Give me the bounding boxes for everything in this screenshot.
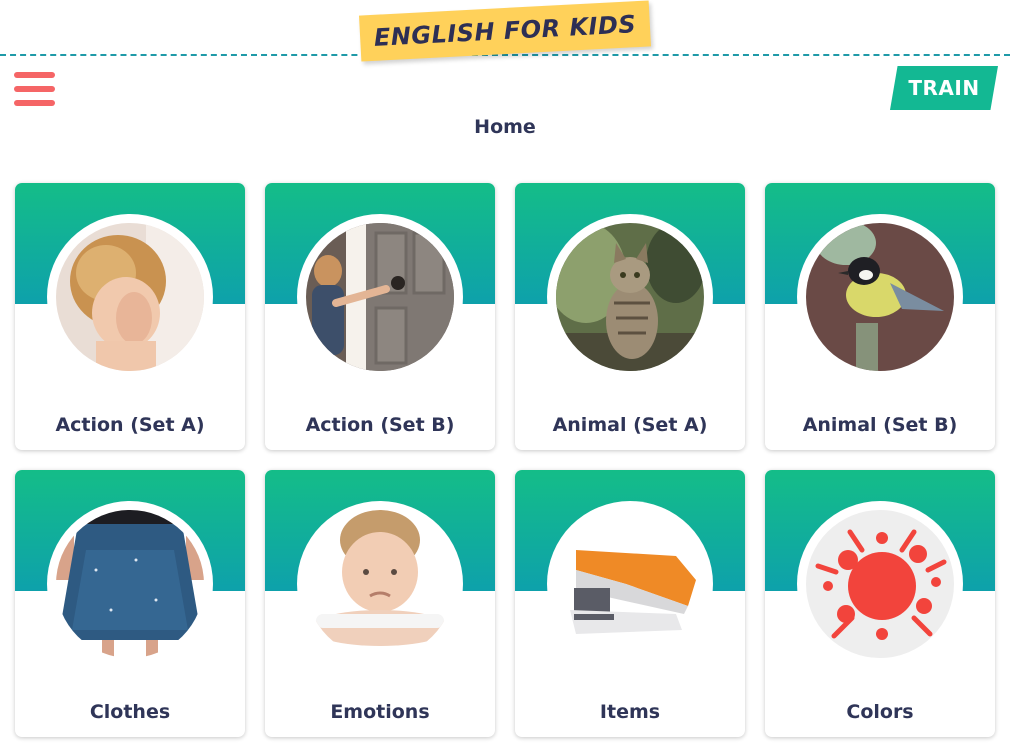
child-opening-door-photo — [306, 223, 454, 371]
category-card-items[interactable]: Items — [515, 470, 745, 737]
category-label: Action (Set A) — [55, 414, 205, 436]
category-label: Items — [599, 701, 661, 723]
category-label: Animal (Set A) — [552, 414, 708, 436]
category-card-clothes[interactable]: Clothes — [15, 470, 245, 737]
menu-bar — [14, 72, 55, 78]
logo[interactable]: ENGLISH FOR KIDS — [358, 0, 652, 62]
menu-bar — [14, 86, 55, 92]
cat-photo — [556, 223, 704, 371]
stapler-photo — [556, 510, 704, 658]
category-label: Colors — [846, 701, 914, 723]
category-card-action-set-b[interactable]: Action (Set B) — [265, 183, 495, 450]
sad-boy-photo — [306, 510, 454, 658]
category-label: Animal (Set B) — [802, 414, 958, 436]
train-button-label: TRAIN — [908, 76, 980, 100]
train-button[interactable]: TRAIN — [890, 66, 998, 110]
skirt-photo — [56, 510, 204, 658]
category-label: Clothes — [89, 701, 171, 723]
logo-text: ENGLISH FOR KIDS — [358, 0, 652, 62]
category-grid: Action (Set A) Action (Set B) Animal (Se… — [15, 183, 995, 737]
child-covering-eyes-photo — [56, 223, 204, 371]
category-card-emotions[interactable]: Emotions — [265, 470, 495, 737]
category-card-action-set-a[interactable]: Action (Set A) — [15, 183, 245, 450]
page-title: Home — [474, 116, 536, 138]
category-card-colors[interactable]: Colors — [765, 470, 995, 737]
red-paint-splash-photo — [806, 510, 954, 658]
header-divider — [0, 54, 1010, 56]
category-label: Action (Set B) — [305, 414, 455, 436]
bird-photo — [806, 223, 954, 371]
category-label: Emotions — [330, 701, 430, 723]
category-card-animal-set-b[interactable]: Animal (Set B) — [765, 183, 995, 450]
hamburger-icon[interactable] — [14, 72, 56, 106]
menu-bar — [14, 100, 55, 106]
category-card-animal-set-a[interactable]: Animal (Set A) — [515, 183, 745, 450]
